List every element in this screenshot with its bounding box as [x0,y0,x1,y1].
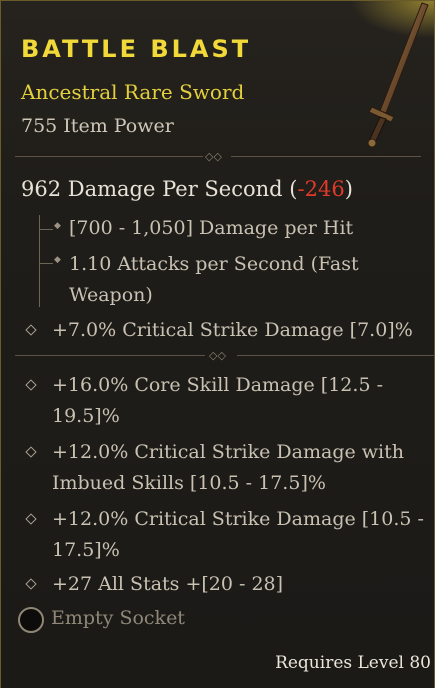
bullet-diamond-icon [25,446,37,458]
divider-ornament-icon: ◇◇ [209,349,226,362]
divider: ◇◇ [15,151,421,163]
damage-per-hit: [700 - 1,050] Damage per Hit [69,217,354,239]
item-name: BATTLE BLAST [21,35,252,63]
tree-branch [39,263,53,264]
attacks-per-second-cont: Weapon) [69,284,153,306]
item-type: Ancestral Rare Sword [21,80,245,104]
bullet-diamond-icon: ◆ [54,255,61,265]
affix-crit-damage: +12.0% Critical Strike Damage [10.5 - 17… [52,504,424,566]
level-requirement: Requires Level 80 [275,653,431,673]
affix-line: Imbued Skills [10.5 - 17.5]% [52,472,326,494]
affix-line: +16.0% Core Skill Damage [12.5 - [52,374,383,396]
bullet-diamond-icon: ◆ [54,221,61,231]
empty-socket-label: Empty Socket [51,607,185,629]
socket-icon [18,607,44,633]
dps-value: 962 Damage Per Second [21,177,283,201]
sword-icon [367,2,429,148]
divider: ◇◇ [15,350,435,362]
affix-crit-imbued: +12.0% Critical Strike Damage with Imbue… [52,437,404,499]
divider-ornament-icon: ◇◇ [205,150,222,163]
dps-delta: -246 [297,177,345,201]
item-tooltip: BATTLE BLAST Ancestral Rare Sword 755 It… [0,0,435,688]
damage-per-second: 962 Damage Per Second (-246) [21,177,353,201]
affix-line: 17.5]% [52,539,120,561]
affix-line: 19.5]% [52,405,120,427]
dps-close: ) [344,177,353,201]
tree-branch [39,229,53,230]
affix-line: +12.0% Critical Strike Damage [10.5 - [52,508,424,530]
affix-core-skill: +16.0% Core Skill Damage [12.5 - 19.5]% [52,370,383,432]
bullet-diamond-icon [25,513,37,525]
dps-open: ( [289,177,298,201]
bullet-diamond-icon [25,324,37,336]
affix-all-stats: +27 All Stats +[20 - 28] [52,573,284,595]
bullet-diamond-icon [25,379,37,391]
affix-line: +12.0% Critical Strike Damage with [52,441,404,463]
implicit-affix: +7.0% Critical Strike Damage [7.0]% [52,319,413,341]
attacks-per-second: 1.10 Attacks per Second (Fast [69,253,359,275]
bullet-diamond-icon [25,578,37,590]
item-power: 755 Item Power [21,115,174,137]
